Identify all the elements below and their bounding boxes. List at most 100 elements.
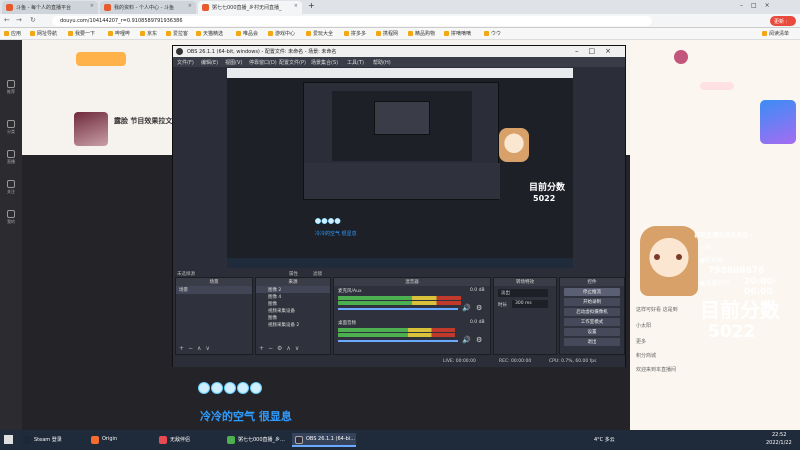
promo-banner[interactable] (760, 100, 796, 144)
scenes-header: 场景 (176, 278, 252, 286)
viewer-label: 目前分数 (700, 298, 780, 322)
menu-item[interactable]: 配置文件(P) (279, 59, 306, 66)
user-avatar[interactable] (674, 50, 688, 64)
settings-button[interactable]: 设置 (564, 328, 620, 336)
mixer-track-name: 桌面音频 (338, 321, 356, 326)
menu-item[interactable]: 编辑(E) (201, 59, 218, 66)
volume-meter (338, 296, 461, 300)
pc-badge[interactable] (700, 82, 734, 90)
bookmark[interactable]: 网址导航 (30, 30, 57, 37)
bookmark[interactable]: 哔哩哔 (108, 30, 130, 37)
menu-item[interactable]: 视图(V) (225, 59, 242, 66)
source-controls[interactable]: +−⚙∧∨ (259, 345, 303, 352)
bookmark[interactable]: 精品购物 (408, 30, 435, 37)
anime-character-image (640, 226, 698, 296)
sidebar-item[interactable]: 关注 (3, 180, 19, 196)
bookmark[interactable]: 携程网 (376, 30, 398, 37)
duration-input[interactable]: 300 ms (512, 300, 548, 308)
obs-window-controls[interactable]: –□× (575, 47, 621, 55)
sidebar-item[interactable]: 直播 (3, 150, 19, 166)
close-icon[interactable]: × (188, 3, 192, 9)
bookmark[interactable]: 应用 (4, 30, 21, 37)
virtual-camera-button[interactable]: 启动虚拟摄像机 (564, 308, 620, 316)
eye-shape (676, 254, 682, 260)
menu-item[interactable]: 帮助(H) (373, 59, 391, 66)
reading-list[interactable]: 阅读清单 (762, 30, 789, 37)
back-icon[interactable]: ← (4, 16, 10, 24)
bookmark[interactable]: 爱玩大全 (306, 30, 333, 37)
scene-item[interactable]: 场景 (176, 286, 252, 294)
taskbar-app[interactable]: Steam 登录 (20, 433, 84, 447)
sidebar-item[interactable]: 我的 (3, 210, 19, 226)
source-item[interactable]: 图像 4 (256, 293, 330, 300)
browser-tab[interactable]: 我的资料 - 个人中心 - 斗鱼 × (100, 1, 196, 14)
source-item[interactable]: 图像 2 (256, 286, 330, 293)
source-item[interactable]: 图像 (256, 300, 330, 307)
menu-item[interactable]: 场景集合(S) (311, 59, 338, 66)
bookmark[interactable]: 拼多多 (344, 30, 366, 37)
volume-slider[interactable] (338, 340, 458, 342)
follow-text: 喜欢主播的点点关注~ (694, 232, 754, 239)
speaker-icon[interactable]: 🔊 (462, 336, 471, 344)
transition-select[interactable]: 淡出 (498, 289, 548, 297)
taskbar-app-active[interactable]: OBS 26.1.1 (64-bi... (292, 433, 356, 447)
weather[interactable]: 4°C 多云 (594, 436, 615, 443)
bookmark[interactable]: 爱拉客 (166, 30, 188, 37)
update-button[interactable]: 更新 : (770, 16, 796, 26)
sidebar-item[interactable]: 推荐 (3, 80, 19, 96)
studio-mode-button[interactable]: 工作室模式 (564, 318, 620, 326)
bookmark[interactable]: 我要一下 (68, 30, 95, 37)
menu-item[interactable]: 停靠窗口(D) (249, 59, 277, 66)
bubble-shape (224, 382, 236, 394)
bookmark[interactable]: 京东 (140, 30, 157, 37)
douyu-favicon-icon (202, 4, 209, 11)
menu-item[interactable]: 文件(F) (177, 59, 194, 66)
bookmark[interactable]: ウウ (484, 30, 501, 37)
sidebar-item[interactable]: 分类 (3, 120, 19, 136)
clock-date[interactable]: 2022/1/22 (766, 440, 792, 446)
clock-time[interactable]: 22:52 (772, 432, 786, 438)
close-icon[interactable]: × (90, 3, 94, 9)
bookmark[interactable]: 游戏中心 (268, 30, 295, 37)
exit-button[interactable]: 退出 (564, 338, 620, 346)
speaker-icon[interactable]: 🔊 (462, 304, 471, 312)
windows-start-icon[interactable] (4, 435, 13, 444)
source-item[interactable]: 图像 (256, 314, 330, 321)
new-tab-icon[interactable]: + (308, 1, 315, 10)
taskbar-app[interactable]: 粥七七000直播_乡... (224, 433, 288, 447)
obs-preview[interactable]: 目前分数 5022 冷冷的空气 很显息 (227, 68, 573, 268)
source-item[interactable]: 视频采集设备 2 (256, 321, 330, 328)
tab-label: 我的资料 - 个人中心 - 斗鱼 (114, 5, 174, 11)
menu-item[interactable]: 工具(T) (347, 59, 364, 66)
bookmark[interactable]: 天猫精选 (196, 30, 223, 37)
viewer-count: 5022 (708, 322, 756, 342)
live-time-label: ●直播时间: (700, 280, 732, 287)
user-icon (7, 210, 15, 218)
window-controls[interactable]: –□× (740, 2, 778, 9)
bookmark[interactable]: 拼嘀嘀嘀 (444, 30, 471, 37)
stop-stream-button[interactable]: 停止推流 (564, 288, 620, 296)
url-input[interactable]: douyu.com/104144207_r=0.9108589791936386 (52, 16, 652, 26)
start-recording-button[interactable]: 开始录制 (564, 298, 620, 306)
douyu-left-sidebar: 推荐 分类 直播 关注 我的 (0, 40, 22, 430)
nested-docks (304, 163, 500, 199)
scene-controls[interactable]: +−∧∨ (179, 345, 214, 352)
close-icon[interactable]: × (294, 3, 298, 9)
obs-titlebar: OBS 26.1.1 (64-bit, windows) - 配置文件: 未命名… (173, 46, 625, 57)
app-icon (159, 436, 167, 444)
source-item[interactable]: 视频采集设备 (256, 307, 330, 314)
gear-icon[interactable]: ⚙ (476, 304, 482, 312)
sources-header: 来源 (256, 278, 330, 286)
origin-icon (91, 436, 99, 444)
taskbar-app[interactable]: 无敌伴侣 (156, 433, 220, 447)
browser-tab[interactable]: 斗鱼 - 每个人的直播平台 × (2, 1, 98, 14)
browser-tab-active[interactable]: 粥七七000直播_乡村无间直播_ × (198, 1, 302, 14)
forward-icon[interactable]: → (16, 16, 22, 24)
obs-menubar: 文件(F) 编辑(E) 视图(V) 停靠窗口(D) 配置文件(P) 场景集合(S… (173, 57, 625, 67)
gear-icon[interactable]: ⚙ (476, 336, 482, 344)
bookmark[interactable]: 唯品会 (236, 30, 258, 37)
controls-header: 控件 (560, 278, 624, 286)
reload-icon[interactable]: ↻ (30, 16, 36, 24)
volume-slider[interactable] (338, 308, 458, 310)
taskbar-app[interactable]: Origin (88, 433, 152, 447)
